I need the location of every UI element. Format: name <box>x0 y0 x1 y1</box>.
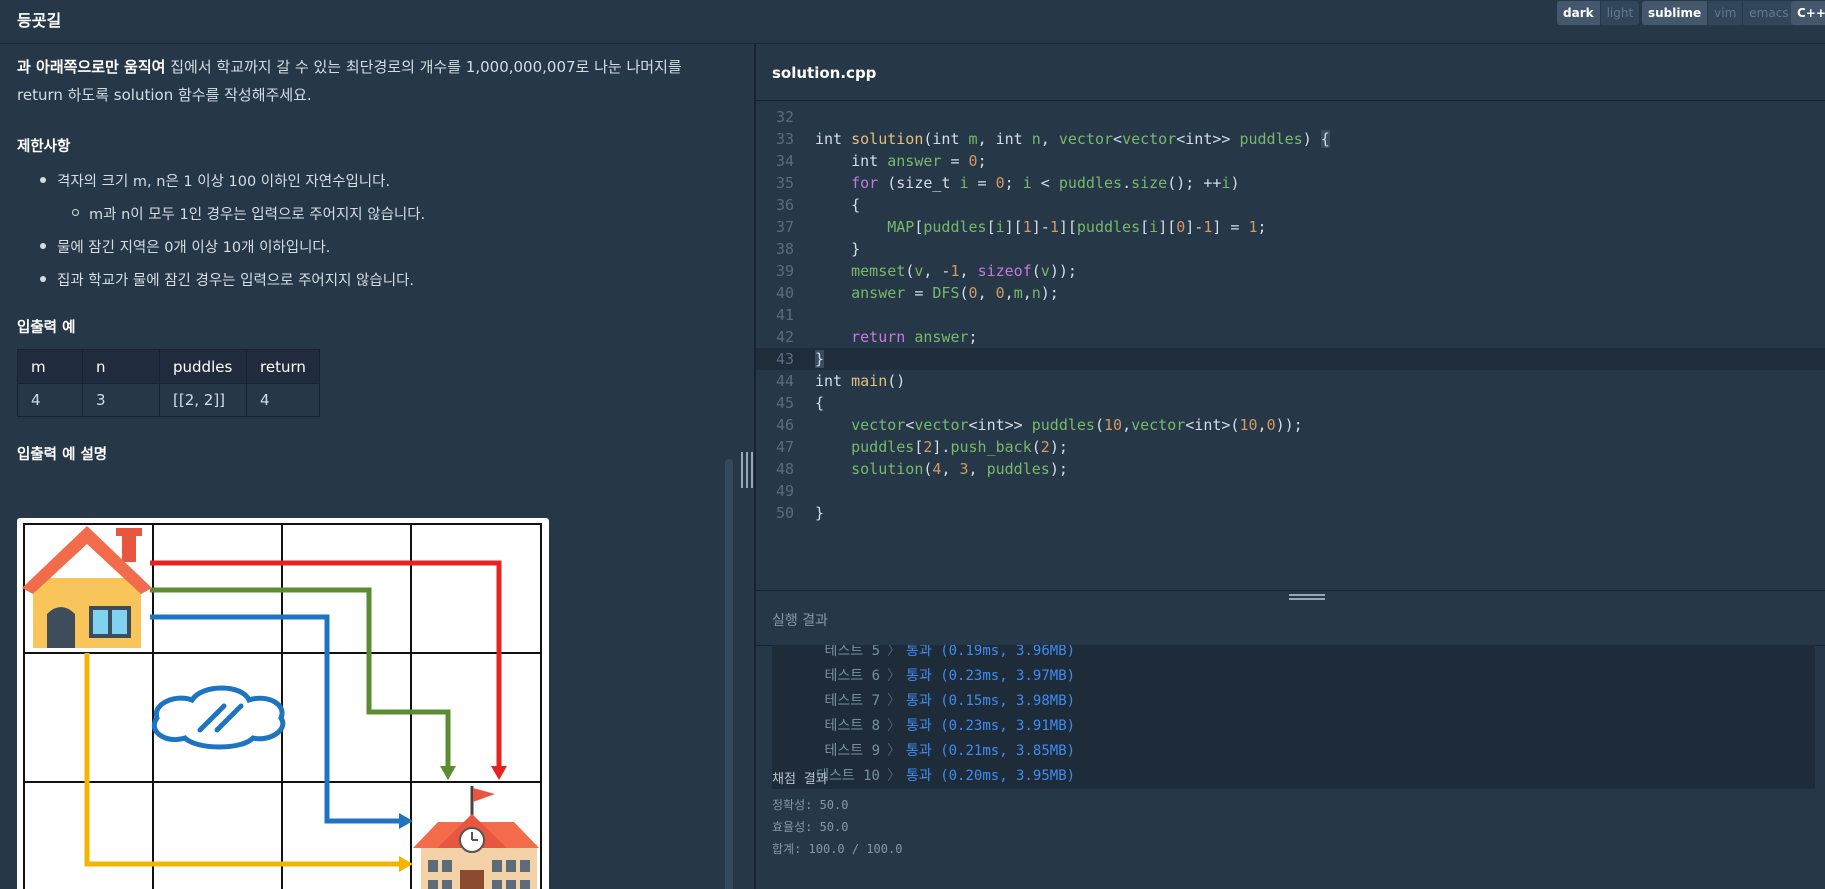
code-line[interactable]: 42 return answer; <box>756 326 1825 348</box>
puddle-icon <box>152 685 286 750</box>
code-line[interactable]: 38 } <box>756 238 1825 260</box>
code-line[interactable]: 49 <box>756 480 1825 502</box>
io-explanation-heading: 입출력 예 설명 <box>17 447 108 463</box>
efficiency-score: 효율성: 50.0 <box>772 820 849 834</box>
keymap-toggle: sublime vim emacs <box>1642 1 1795 25</box>
table-header-row: m n puddles return <box>17 349 320 384</box>
code-line[interactable]: 37 MAP[puddles[i][1]-1][puddles[i][0]-1]… <box>756 216 1825 238</box>
table-row: 4 3 [[2, 2]] 4 <box>17 383 320 417</box>
table-cell: 4 <box>246 383 320 417</box>
problem-description-line: 과 아래쪽으로만 움직여 집에서 학교까지 갈 수 있는 최단경로의 개수를 1… <box>17 53 682 81</box>
pane-resize-handle[interactable] <box>741 452 753 488</box>
editor-pane: solution.cpp 32 33 int solution(int m, in… <box>756 44 1825 889</box>
column-header: puddles <box>159 349 247 384</box>
constraint-subitem: m과 n이 모두 1인 경우는 입력으로 주어지지 않습니다. <box>72 203 425 224</box>
table-cell: 4 <box>17 383 83 417</box>
total-score: 합계: 100.0 / 100.0 <box>772 842 903 856</box>
problem-pane: 과 아래쪽으로만 움직여 집에서 학교까지 갈 수 있는 최단경로의 개수를 1… <box>0 44 752 889</box>
code-line[interactable]: 35 for (size_t i = 0; i < puddles.size()… <box>756 172 1825 194</box>
code-line[interactable]: 48 solution(4, 3, puddles); <box>756 458 1825 480</box>
code-line[interactable]: 41 <box>756 304 1825 326</box>
table-cell: 3 <box>82 383 160 417</box>
result-title: 실행 결과 <box>772 613 828 629</box>
table-cell: [[2, 2]] <box>159 383 247 417</box>
description-rest: 집에서 학교까지 갈 수 있는 최단경로의 개수를 1,000,000,007로… <box>165 58 682 76</box>
constraint-item: 격자의 크기 m, n은 1 이상 100 이하인 자연수입니다. <box>40 170 390 191</box>
code-line[interactable]: 44 int main() <box>756 370 1825 392</box>
column-header: m <box>17 349 83 384</box>
keymap-vim-button[interactable]: vim <box>1708 1 1744 25</box>
constraints-heading: 제한사항 <box>17 139 71 155</box>
theme-light-button[interactable]: light <box>1601 1 1640 25</box>
problem-scrollbar[interactable] <box>725 459 733 889</box>
code-line[interactable]: 39 memset(v, -1, sizeof(v)); <box>756 260 1825 282</box>
description-bold: 과 아래쪽으로만 움직여 <box>17 58 166 76</box>
file-name: solution.cpp <box>772 64 877 82</box>
accuracy-score: 정확성: 50.0 <box>772 798 849 812</box>
page-title: 등굣길 <box>17 11 62 30</box>
example-illustration <box>17 518 549 889</box>
constraint-item: 물에 잠긴 지역은 0개 이상 10개 이하입니다. <box>40 236 330 257</box>
keymap-emacs-button[interactable]: emacs <box>1743 1 1794 25</box>
code-line[interactable]: 50} <box>756 502 1825 524</box>
code-line[interactable]: 36 { <box>756 194 1825 216</box>
code-line[interactable]: 47 puddles[2].push_back(2); <box>756 436 1825 458</box>
keymap-sublime-button[interactable]: sublime <box>1642 1 1709 25</box>
theme-toggle: dark light <box>1557 1 1640 25</box>
grading-title: 채점 결과 <box>772 772 828 787</box>
code-line[interactable]: 40 answer = DFS(0, 0,m,n); <box>756 282 1825 304</box>
code-line[interactable]: 32 <box>756 106 1825 128</box>
grid-diagram <box>22 523 542 889</box>
column-header: n <box>82 349 160 384</box>
code-line[interactable]: 34 int answer = 0; <box>756 150 1825 172</box>
code-line[interactable]: 45{ <box>756 392 1825 414</box>
language-label[interactable]: C++ <box>1791 1 1825 25</box>
code-line-current[interactable]: 43} <box>756 348 1825 370</box>
constraint-item: 집과 학교가 물에 잠긴 경우는 입력으로 주어지지 않습니다. <box>40 269 414 290</box>
problem-description-line2: return 하도록 solution 함수를 작성해주세요. <box>17 86 312 104</box>
code-line[interactable]: 46 vector<vector<int>> puddles(10,vector… <box>756 414 1825 436</box>
top-bar: 등굣길 dark light sublime vim emacs C++ <box>0 0 1825 44</box>
io-example-table: m n puddles return 4 3 [[2, 2]] 4 <box>17 349 320 417</box>
column-header: return <box>246 349 320 384</box>
theme-dark-button[interactable]: dark <box>1557 1 1601 25</box>
result-header: 실행 결과 <box>756 590 1825 646</box>
code-editor[interactable]: 32 33 int solution(int m, int n, vector<v… <box>756 106 1825 588</box>
io-example-heading: 입출력 예 <box>17 320 76 336</box>
file-tab: solution.cpp <box>756 44 1825 101</box>
code-line[interactable]: 33 int solution(int m, int n, vector<vect… <box>756 128 1825 150</box>
language-selector[interactable]: C++ <box>1791 1 1825 25</box>
test-results-panel: 테스트 5 〉 통과 (0.19ms, 3.96MB) 테스트 6 〉 통과 (0.23… <box>772 645 1815 789</box>
